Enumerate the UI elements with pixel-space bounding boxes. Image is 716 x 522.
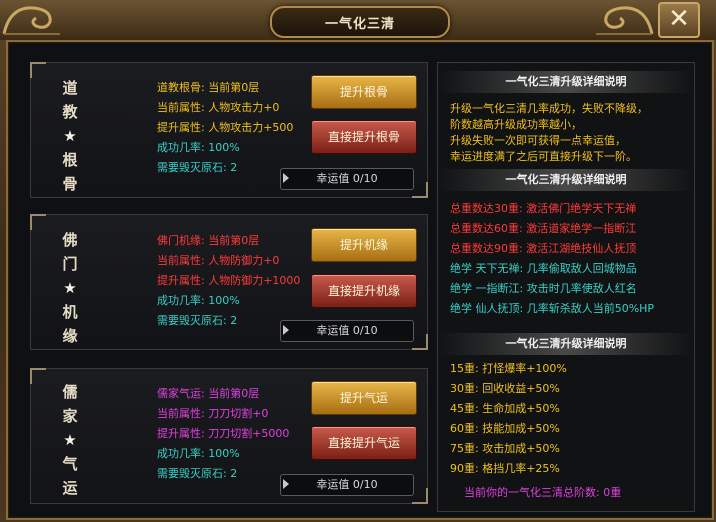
scroll-ornament-left	[2, 6, 60, 35]
info-line: 60重: 技能加成+50%	[450, 422, 560, 435]
total-tier-text: 当前你的一气化三清总阶数: 0重	[464, 486, 622, 499]
stat-line: 需要毁灭原石: 2	[157, 467, 238, 480]
corner-ornament	[412, 182, 428, 198]
stat-line: 成功几率: 100%	[157, 447, 240, 460]
title-plate: 一气化三清	[270, 6, 450, 38]
stat-line: 道教根骨: 当前第0层	[157, 81, 260, 94]
direct-upgrade-button[interactable]: 直接提升气运	[311, 426, 417, 460]
stat-line: 佛门机缘: 当前第0层	[157, 234, 260, 247]
info-line: 总重数达90重: 激活江湖绝技仙人抚顶	[450, 242, 637, 255]
info-line: 15重: 打怪爆率+100%	[450, 362, 567, 375]
stat-line: 提升属性: 人物攻击力+500	[157, 121, 294, 134]
corner-ornament	[30, 62, 46, 78]
info-line: 阶数越高升级成功率越小，	[450, 118, 582, 131]
info-line: 绝学 仙人抚顶: 几率斩杀敌人当前50%HP	[450, 302, 655, 315]
corner-ornament	[30, 214, 46, 230]
star-icon: ★	[63, 279, 77, 297]
corner-ornament	[412, 488, 428, 504]
panel-rujia-title: 儒 家 ★ 气 运	[58, 380, 82, 500]
stat-line: 需要毁灭原石: 2	[157, 314, 238, 327]
info-line: 绝学 一指断江: 攻击时几率使敌人红名	[450, 282, 637, 295]
dialog-window: 一气化三清 ✕ 道 教 ★ 根 骨 道教根骨: 当前第0层 当前属性: 人物攻击…	[0, 0, 716, 522]
arrow-right-icon	[283, 479, 289, 489]
luck-value: 幸运值 0/10	[280, 474, 414, 496]
section-title: 一气化三清升级详细说明	[438, 71, 694, 93]
close-icon: ✕	[668, 4, 690, 34]
direct-upgrade-button[interactable]: 直接提升根骨	[311, 120, 417, 154]
stat-line: 提升属性: 人物防御力+1000	[157, 274, 301, 287]
close-button[interactable]: ✕	[658, 2, 700, 38]
info-line: 升级失败一次即可获得一点幸运值，	[450, 134, 626, 147]
info-line: 总重数达30重: 激活佛门绝学天下无禅	[450, 202, 637, 215]
corner-ornament	[30, 368, 46, 384]
info-line: 90重: 格挡几率+25%	[450, 462, 560, 475]
info-line: 幸运进度满了之后可直接升级下一阶。	[450, 150, 637, 163]
info-line: 总重数达60重: 激活道家绝学一指断江	[450, 222, 637, 235]
panel-daojiao-title: 道 教 ★ 根 骨	[58, 76, 82, 196]
upgrade-button[interactable]: 提升机缘	[311, 228, 417, 262]
title-bar[interactable]: 一气化三清 ✕	[0, 0, 716, 40]
panel-fomen-title: 佛 门 ★ 机 缘	[58, 228, 82, 348]
section-title: 一气化三清升级详细说明	[438, 169, 694, 191]
direct-upgrade-button[interactable]: 直接提升机缘	[311, 274, 417, 308]
stat-line: 当前属性: 人物防御力+0	[157, 254, 280, 267]
luck-value: 幸运值 0/10	[280, 168, 414, 190]
stat-line: 提升属性: 刀刀切割+5000	[157, 427, 290, 440]
upgrade-button[interactable]: 提升根骨	[311, 75, 417, 109]
info-pane: 一气化三清升级详细说明 升级一气化三清几率成功，失败不降级， 阶数越高升级成功率…	[437, 62, 695, 512]
window-title: 一气化三清	[324, 17, 395, 32]
info-line: 升级一气化三清几率成功，失败不降级，	[450, 102, 648, 115]
stat-line: 当前属性: 刀刀切割+0	[157, 407, 269, 420]
arrow-right-icon	[283, 325, 289, 335]
info-line: 30重: 回收收益+50%	[450, 382, 560, 395]
stat-line: 成功几率: 100%	[157, 294, 240, 307]
arrow-right-icon	[283, 173, 289, 183]
info-line: 45重: 生命加成+50%	[450, 402, 560, 415]
luck-value: 幸运值 0/10	[280, 320, 414, 342]
upgrade-button[interactable]: 提升气运	[311, 381, 417, 415]
stat-line: 需要毁灭原石: 2	[157, 161, 238, 174]
corner-ornament	[412, 334, 428, 350]
scroll-ornament-right	[596, 6, 654, 35]
info-line: 75重: 攻击加成+50%	[450, 442, 560, 455]
info-line: 绝学 天下无禅: 几率偷取敌人回城物品	[450, 262, 637, 275]
stat-line: 儒家气运: 当前第0层	[157, 387, 260, 400]
stat-line: 成功几率: 100%	[157, 141, 240, 154]
star-icon: ★	[63, 431, 77, 449]
star-icon: ★	[63, 127, 77, 145]
section-title: 一气化三清升级详细说明	[438, 333, 694, 355]
stat-line: 当前属性: 人物攻击力+0	[157, 101, 280, 114]
